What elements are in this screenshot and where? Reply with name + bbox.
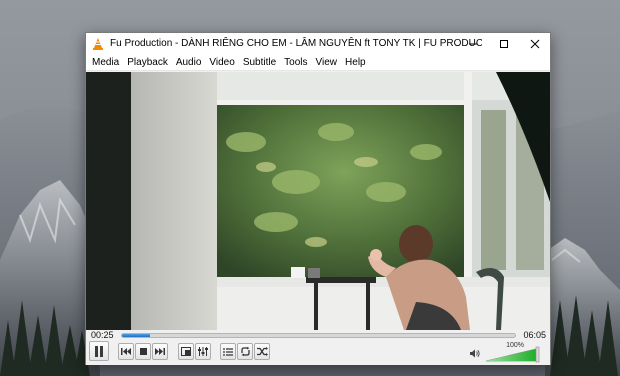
previous-button[interactable] [118,343,134,360]
vlc-cone-icon [93,37,103,50]
menu-bar: Media Playback Audio Video Subtitle Tool… [86,54,550,71]
shuffle-button[interactable] [254,343,270,360]
extended-settings-button[interactable] [195,343,211,360]
maximize-button[interactable] [488,33,519,54]
title-bar[interactable]: Fu Production - DÀNH RIÊNG CHO EM - LÂM … [86,33,550,54]
seek-bar[interactable] [121,333,516,338]
extended-settings-icon [198,347,208,356]
next-icon [155,348,165,355]
close-icon [530,39,539,48]
volume-level [486,349,536,361]
video-display[interactable] [86,72,550,330]
minimize-button[interactable] [457,33,488,54]
next-button[interactable] [152,343,168,360]
minimize-icon [468,43,477,44]
menu-media[interactable]: Media [88,54,123,71]
elapsed-time: 00:25 [91,330,114,340]
stop-button[interactable] [135,343,151,360]
pause-button[interactable] [89,341,109,361]
fullscreen-icon [181,347,191,356]
menu-playback[interactable]: Playback [123,54,172,71]
speaker-icon [470,349,480,358]
previous-icon [121,348,131,355]
playback-controls: 00:25 06:05 100% [86,330,550,365]
menu-view[interactable]: View [312,54,342,71]
menu-tools[interactable]: Tools [280,54,311,71]
stop-icon [139,348,147,355]
vlc-window: Fu Production - DÀNH RIÊNG CHO EM - LÂM … [85,32,551,365]
playlist-icon [223,347,233,356]
pause-icon [95,345,103,357]
close-button[interactable] [519,33,550,54]
menu-subtitle[interactable]: Subtitle [239,54,280,71]
loop-icon [240,347,250,356]
window-title: Fu Production - DÀNH RIÊNG CHO EM - LÂM … [110,38,482,49]
menu-audio[interactable]: Audio [172,54,206,71]
menu-video[interactable]: Video [205,54,238,71]
shuffle-icon [256,347,268,356]
volume-control[interactable]: 100% [470,342,542,363]
maximize-icon [499,39,508,48]
menu-help[interactable]: Help [341,54,370,71]
fullscreen-button[interactable] [178,343,194,360]
seek-progress [122,334,150,337]
total-time: 06:05 [523,330,546,340]
playlist-button[interactable] [220,343,236,360]
volume-slider[interactable] [484,343,542,363]
loop-button[interactable] [237,343,253,360]
